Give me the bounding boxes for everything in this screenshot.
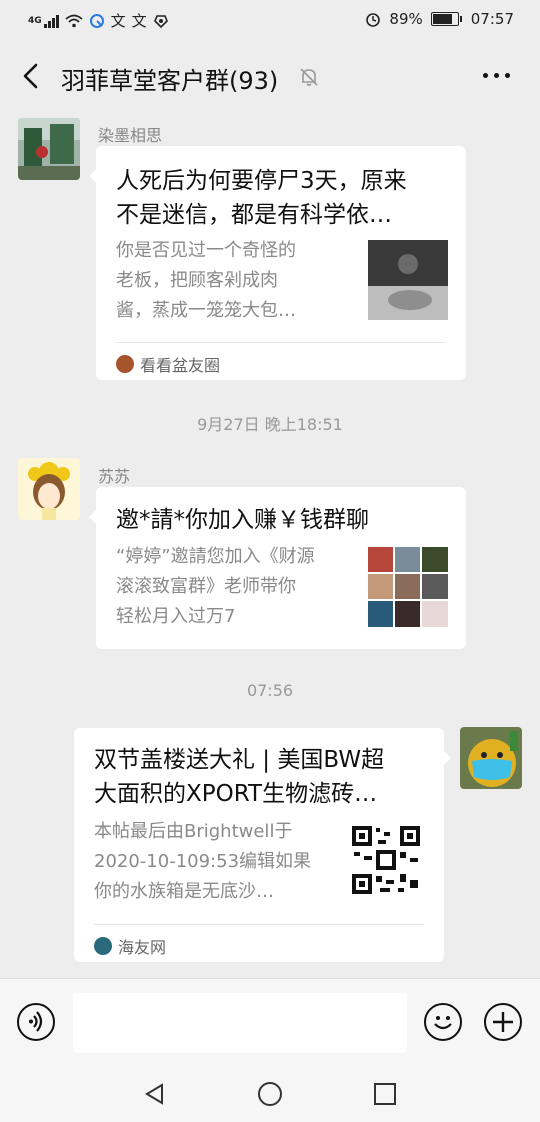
mute-bell-icon	[300, 68, 318, 86]
source-icon	[94, 937, 112, 955]
voice-input-icon[interactable]	[17, 1003, 55, 1041]
avatar[interactable]	[18, 458, 80, 520]
network-type: 4G	[28, 15, 42, 26]
card-title: 人死后为何要停尸3天，原来 不是迷信，都是有科学依…	[116, 168, 407, 228]
avatar[interactable]	[18, 118, 80, 180]
avatar[interactable]	[460, 727, 522, 789]
wenwen-icon: 文	[110, 12, 126, 30]
card-description: 你是否见过一个奇怪的 老板，把顾客剁成肉 酱，蒸成一笼笼大包…	[116, 240, 296, 321]
card-title: 邀*請*你加入赚￥钱群聊	[116, 507, 369, 533]
more-options-icon[interactable]	[483, 73, 510, 78]
card-title: 双节盖楼送大礼 | 美国BW超 大面积的XPORT生物滤砖…	[94, 747, 385, 807]
link-card[interactable]: 人死后为何要停尸3天，原来 不是迷信，都是有科学依… 你是否见过一个奇怪的 老板，把…	[89, 146, 466, 380]
battery-icon	[430, 12, 462, 26]
plus-icon[interactable]	[484, 1003, 522, 1041]
alarm-icon	[366, 13, 381, 27]
group-avatar-grid	[368, 547, 448, 627]
clock-time: 07:57	[470, 10, 514, 28]
timestamp: 9月27日 晚上18:51	[197, 415, 343, 434]
card-description: 本帖最后由Brightwell于 2020-10-109:53编辑如果 你的水族箱是…	[94, 821, 312, 902]
battery-percent: 89%	[389, 10, 423, 28]
wenwen-icon: 文	[131, 12, 147, 30]
sender-name: 染墨相思	[98, 126, 163, 145]
chat-title: 羽菲草堂客户群(93)	[61, 67, 279, 95]
link-card[interactable]: 邀*請*你加入赚￥钱群聊 “婷婷”邀請您加入《财源 滚滚致富群》老师带你 轻松月入过…	[89, 487, 466, 649]
weather-icon	[89, 13, 104, 28]
card-thumbnail	[368, 240, 448, 320]
nav-home-icon[interactable]	[257, 1081, 283, 1107]
sender-name: 苏苏	[98, 467, 131, 486]
qr-code-thumbnail	[350, 824, 422, 896]
wifi-icon	[65, 14, 83, 27]
back-arrow-icon[interactable]	[18, 62, 46, 90]
system-nav-bar	[0, 1066, 540, 1122]
status-bar: 4G 文 文 89% 07:57	[0, 0, 540, 40]
source-icon	[116, 355, 134, 373]
chat-header: 羽菲草堂客户群(93)	[0, 40, 540, 114]
hand-icon	[153, 14, 168, 28]
timestamp: 07:56	[246, 681, 294, 700]
nav-back-icon[interactable]	[143, 1082, 167, 1106]
link-card[interactable]: 双节盖楼送大礼 | 美国BW超 大面积的XPORT生物滤砖… 本帖最后由Brigh…	[74, 728, 451, 962]
signal-icon	[43, 14, 59, 28]
message-input[interactable]	[73, 993, 407, 1053]
nav-recents-icon[interactable]	[373, 1082, 397, 1106]
input-bar	[0, 978, 540, 1067]
emoji-icon[interactable]	[424, 1003, 462, 1041]
card-source: 海友网	[118, 938, 167, 957]
card-source: 看看盆友圈	[140, 356, 221, 375]
card-description: “婷婷”邀請您加入《财源 滚滚致富群》老师带你 轻松月入过万7	[116, 546, 315, 627]
